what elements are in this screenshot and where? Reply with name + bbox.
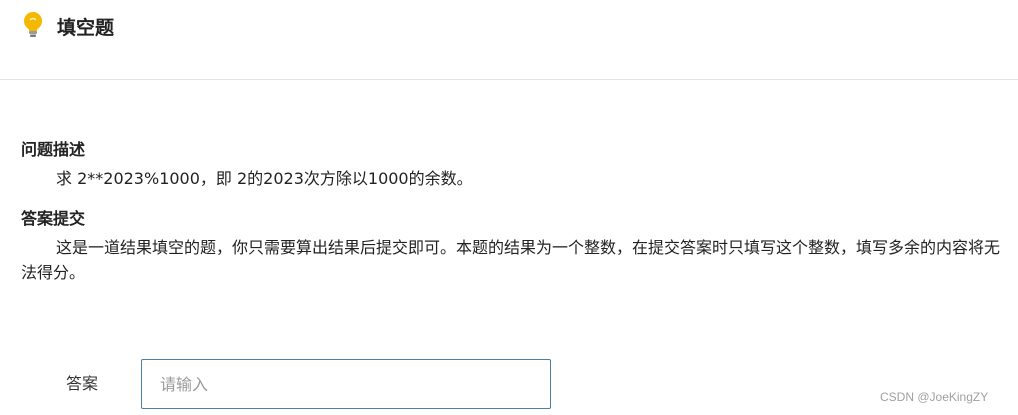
page: 填空题 问题描述 求 2**2023%1000，即 2的2023次方除以1000… — [0, 0, 1018, 415]
page-title: 填空题 — [57, 17, 115, 39]
lightbulb-icon — [24, 12, 42, 37]
problem-description-heading: 问题描述 — [21, 140, 86, 159]
header: 填空题 — [0, 0, 1018, 80]
answer-input[interactable] — [141, 359, 551, 409]
answer-submission-heading: 答案提交 — [21, 209, 86, 228]
watermark: CSDN @JoeKingZY — [880, 390, 989, 404]
problem-description-text: 求 2**2023%1000，即 2的2023次方除以1000的余数。 — [56, 169, 473, 188]
answer-label: 答案 — [66, 374, 99, 393]
answer-submission-text: 这是一道结果填空的题，你只需要算出结果后提交即可。本题的结果为一个整数，在提交答… — [21, 238, 1001, 282]
